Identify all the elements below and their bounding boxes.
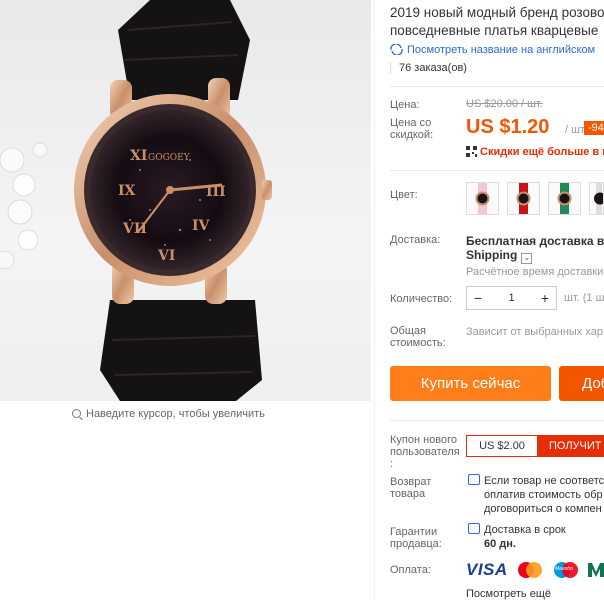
svg-text:XI: XI [130, 148, 147, 164]
see-more-link[interactable]: Посмотреть ещё [466, 588, 551, 600]
translate-icon [390, 44, 403, 55]
zoom-hint: Наведите курсор, чтобы увеличить [72, 408, 265, 420]
svg-text:GOGOEY: GOGOEY [148, 153, 191, 163]
payment-label: Оплата: [390, 564, 431, 576]
price-label: Цена: [390, 99, 420, 111]
orders-count: 76 заказа(ов) [390, 62, 467, 74]
color-swatch-green[interactable] [548, 182, 581, 215]
shipping-label: Доставка: [390, 234, 441, 246]
returns-label: Возврат товара [390, 476, 432, 500]
color-swatch-pink[interactable] [466, 182, 499, 215]
qr-code-icon [466, 146, 477, 157]
unit-note: шт. (1 ш [564, 292, 604, 304]
separator [390, 86, 604, 87]
buy-now-button[interactable]: Купить сейчас [390, 366, 551, 401]
discount-badge: -94 [584, 121, 604, 135]
translate-title-link[interactable]: Посмотреть название на английском [390, 44, 595, 56]
coupon-amount: US $2.00 [466, 435, 538, 457]
guarantee-text: Доставка в срок 60 дн. [468, 523, 566, 551]
color-swatch-red[interactable] [507, 182, 540, 215]
shipping-method[interactable]: Бесплатная доставка в Ru [466, 234, 604, 248]
svg-text:VII: VII [122, 221, 147, 237]
magnifier-icon [72, 409, 81, 418]
shipping-method-line2[interactable]: Shipping ⌄ [466, 248, 533, 264]
maestro-logo: Maestro [551, 560, 581, 580]
returns-text: Если товар не соответст оплатив стоимост… [468, 474, 604, 516]
svg-text:VI: VI [157, 248, 175, 264]
quantity-label: Количество: [390, 293, 453, 305]
visa-logo: VISA [466, 560, 508, 579]
app-promo-link[interactable]: Скидки ещё больше в п [466, 146, 604, 158]
mastercard-logo [515, 560, 545, 580]
color-label: Цвет: [390, 189, 418, 201]
add-to-cart-button[interactable]: Доб [559, 366, 604, 401]
quantity-input[interactable]: 1 [489, 287, 534, 309]
total-label: Общая стоимость: [390, 325, 446, 349]
separator [390, 420, 604, 421]
shield-icon [468, 523, 480, 534]
return-policy-icon [468, 474, 480, 485]
separator [390, 170, 604, 171]
divider [374, 0, 375, 599]
svg-text:IX: IX [118, 183, 136, 199]
chevron-down-icon[interactable]: ⌄ [521, 253, 533, 264]
seller-guarantee-label: Гарантии продавца: [390, 526, 442, 550]
get-coupon-button[interactable]: ПОЛУЧИТ [538, 435, 604, 457]
watch-photo: IX III VI VII IV XI GOGOEY [0, 0, 272, 401]
new-user-coupon-label: Купон нового пользователя: [390, 434, 460, 470]
product-title: 2019 новый модный бренд розово повседнев… [390, 5, 604, 38]
quantity-stepper[interactable]: − 1 + [466, 286, 557, 310]
mir-logo [588, 560, 604, 580]
discount-price-label: Цена со скидкой: [390, 117, 434, 141]
total-note: Зависит от выбранных хар [466, 326, 603, 338]
increase-button[interactable]: + [534, 287, 556, 309]
current-price: US $1.20 [466, 116, 550, 138]
old-price: US $20.00 / шт. [466, 98, 543, 110]
color-swatch-black-white[interactable] [589, 182, 604, 215]
delivery-estimate: Расчётное время доставки [466, 266, 604, 278]
decrease-button[interactable]: − [467, 287, 489, 309]
svg-text:IV: IV [192, 218, 211, 234]
product-image[interactable]: IX III VI VII IV XI GOGOEY [0, 0, 371, 401]
pearls-decoration [0, 142, 48, 270]
